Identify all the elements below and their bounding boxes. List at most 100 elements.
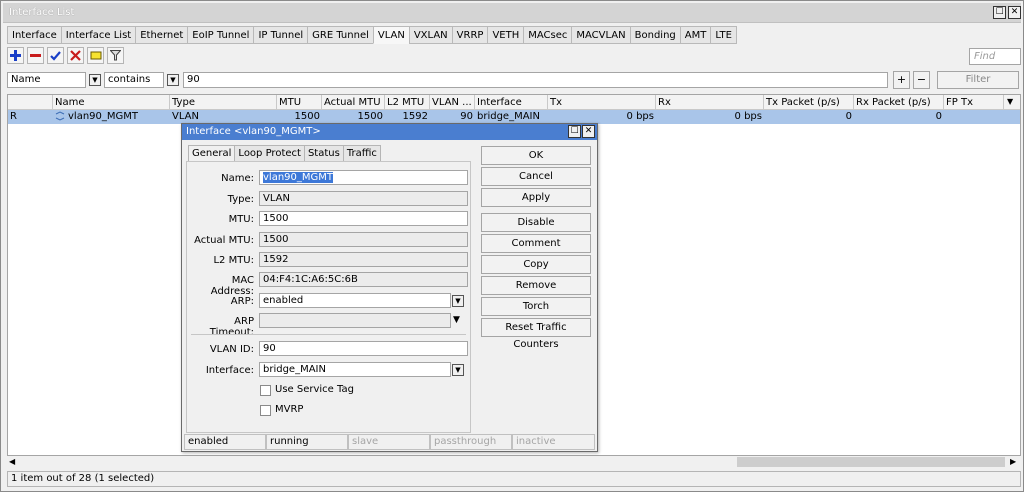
dialog-tabs: General Loop Protect Status Traffic xyxy=(188,145,381,162)
status-bar: 1 item out of 28 (1 selected) xyxy=(7,471,1021,487)
add-button[interactable] xyxy=(7,47,24,64)
column-actual-mtu[interactable]: Actual MTU xyxy=(322,95,385,110)
column-interface[interactable]: Interface xyxy=(475,95,548,110)
name-input[interactable]: vlan90_MGMT xyxy=(259,170,468,185)
tab-macvlan[interactable]: MACVLAN xyxy=(571,26,630,44)
mvrp-checkbox[interactable] xyxy=(260,405,271,416)
interface-dropdown-icon[interactable]: ▼ xyxy=(452,364,464,376)
column-mtu[interactable]: MTU xyxy=(277,95,322,110)
dropdown-arrow-icon[interactable]: ▼ xyxy=(167,74,179,86)
scroll-left-icon[interactable]: ◀ xyxy=(9,457,15,466)
disable-button[interactable] xyxy=(67,47,84,64)
close-button[interactable]: ✕ xyxy=(1008,6,1021,19)
cancel-button[interactable]: Cancel xyxy=(481,167,591,186)
reset-traffic-counters-button[interactable]: Reset Traffic Counters xyxy=(481,318,591,350)
interface-dialog: Interface <vlan90_MGMT> ☐ ✕ General Loop… xyxy=(181,123,598,452)
status-running: running xyxy=(266,434,348,450)
tab-general[interactable]: General xyxy=(188,145,235,162)
tab-vlan[interactable]: VLAN xyxy=(372,26,409,44)
ok-button[interactable]: OK xyxy=(481,146,591,165)
arp-label: ARP: xyxy=(230,296,254,307)
tab-eoip-tunnel[interactable]: EoIP Tunnel xyxy=(187,26,254,44)
comment-button[interactable]: Comment xyxy=(481,234,591,253)
vlan-id-label: VLAN ID: xyxy=(209,344,254,355)
mtu-input[interactable]: 1500 xyxy=(259,211,468,226)
row-name: vlan90_MGMT xyxy=(68,111,138,122)
row-actual-mtu: 1500 xyxy=(357,111,383,122)
tab-interface-list[interactable]: Interface List xyxy=(60,26,136,44)
mac-address-label: MAC Address: xyxy=(210,275,254,297)
column-tx[interactable]: Tx xyxy=(548,95,656,110)
column-vlan-id[interactable]: VLAN ... xyxy=(430,95,475,110)
row-l2-mtu: 1592 xyxy=(402,111,428,122)
tab-macsec[interactable]: MACsec xyxy=(523,26,572,44)
horizontal-scrollbar[interactable]: ◀ ▶ xyxy=(7,456,1021,468)
arp-timeout-dropdown-icon[interactable]: ▼ xyxy=(453,315,460,325)
column-fp-tx[interactable]: FP Tx xyxy=(944,95,1004,110)
column-type[interactable]: Type xyxy=(170,95,277,110)
tab-interface[interactable]: Interface xyxy=(7,26,61,44)
filter-button[interactable]: Filter xyxy=(937,71,1019,89)
use-service-tag-checkbox[interactable] xyxy=(260,385,271,396)
dialog-titlebar[interactable]: Interface <vlan90_MGMT> ☐ ✕ xyxy=(182,124,597,140)
interface-select[interactable]: bridge_MAIN xyxy=(259,362,451,377)
columns-menu-icon[interactable]: ▼ xyxy=(1007,97,1013,106)
use-service-tag-label: Use Service Tag xyxy=(275,384,354,395)
remove-button[interactable] xyxy=(27,47,44,64)
scroll-right-icon[interactable]: ▶ xyxy=(1010,457,1016,466)
find-input[interactable]: Find xyxy=(969,48,1021,65)
column-rx-packet[interactable]: Rx Packet (p/s) xyxy=(854,95,944,110)
table-row[interactable]: R vlan90_MGMT VLAN 1500 1500 1592 90 bri… xyxy=(8,110,1020,124)
dropdown-arrow-icon[interactable]: ▼ xyxy=(89,74,101,86)
copy-button[interactable]: Copy xyxy=(481,255,591,274)
apply-button[interactable]: Apply xyxy=(481,188,591,207)
tab-amt[interactable]: AMT xyxy=(679,26,711,44)
add-filter-button[interactable]: + xyxy=(893,71,910,89)
filter-operator-select[interactable]: contains xyxy=(104,72,164,88)
type-value: VLAN xyxy=(259,191,468,206)
column-l2-mtu[interactable]: L2 MTU xyxy=(385,95,430,110)
filter-bar: Name ▼ contains ▼ 90 + − Filter xyxy=(7,71,1021,90)
tab-status[interactable]: Status xyxy=(303,145,343,162)
status-slave: slave xyxy=(348,434,430,450)
type-label: Type: xyxy=(227,194,254,205)
tab-vrrp[interactable]: VRRP xyxy=(451,26,488,44)
filter-button[interactable] xyxy=(107,47,124,64)
comment-button[interactable] xyxy=(87,47,104,64)
tab-bonding[interactable]: Bonding xyxy=(629,26,680,44)
arp-dropdown-icon[interactable]: ▼ xyxy=(452,295,464,307)
tab-lte[interactable]: LTE xyxy=(710,26,737,44)
remove-filter-button[interactable]: − xyxy=(913,71,930,89)
disable-button[interactable]: Disable xyxy=(481,213,591,232)
dialog-restore-button[interactable]: ☐ xyxy=(568,125,581,138)
tab-traffic[interactable]: Traffic xyxy=(342,145,381,162)
tab-vxlan[interactable]: VXLAN xyxy=(408,26,452,44)
toolbar xyxy=(7,47,124,67)
torch-button[interactable]: Torch xyxy=(481,297,591,316)
column-rx[interactable]: Rx xyxy=(656,95,764,110)
tab-ip-tunnel[interactable]: IP Tunnel xyxy=(253,26,308,44)
row-interface: bridge_MAIN xyxy=(477,111,540,122)
tab-loop-protect[interactable]: Loop Protect xyxy=(234,145,304,162)
dialog-close-button[interactable]: ✕ xyxy=(582,125,595,138)
column-flag[interactable] xyxy=(8,95,53,110)
arp-select[interactable]: enabled xyxy=(259,293,451,308)
scrollbar-thumb[interactable] xyxy=(737,457,1005,467)
enable-button[interactable] xyxy=(47,47,64,64)
check-icon xyxy=(50,51,61,61)
vlan-id-input[interactable]: 90 xyxy=(259,341,468,356)
window-titlebar[interactable]: Interface List ☐ ✕ xyxy=(3,3,1021,23)
row-type: VLAN xyxy=(172,111,199,122)
mvrp-label: MVRP xyxy=(275,404,304,415)
column-tx-packet[interactable]: Tx Packet (p/s) xyxy=(764,95,854,110)
row-rx: 0 bps xyxy=(734,111,762,122)
remove-button[interactable]: Remove xyxy=(481,276,591,295)
filter-field-select[interactable]: Name xyxy=(7,72,86,88)
tab-veth[interactable]: VETH xyxy=(487,26,524,44)
restore-button[interactable]: ☐ xyxy=(993,6,1006,19)
arp-timeout-input[interactable] xyxy=(259,313,451,328)
column-name[interactable]: Name xyxy=(53,95,170,110)
tab-ethernet[interactable]: Ethernet xyxy=(135,26,188,44)
tab-gre-tunnel[interactable]: GRE Tunnel xyxy=(307,26,373,44)
filter-value-input[interactable]: 90 xyxy=(183,72,888,88)
